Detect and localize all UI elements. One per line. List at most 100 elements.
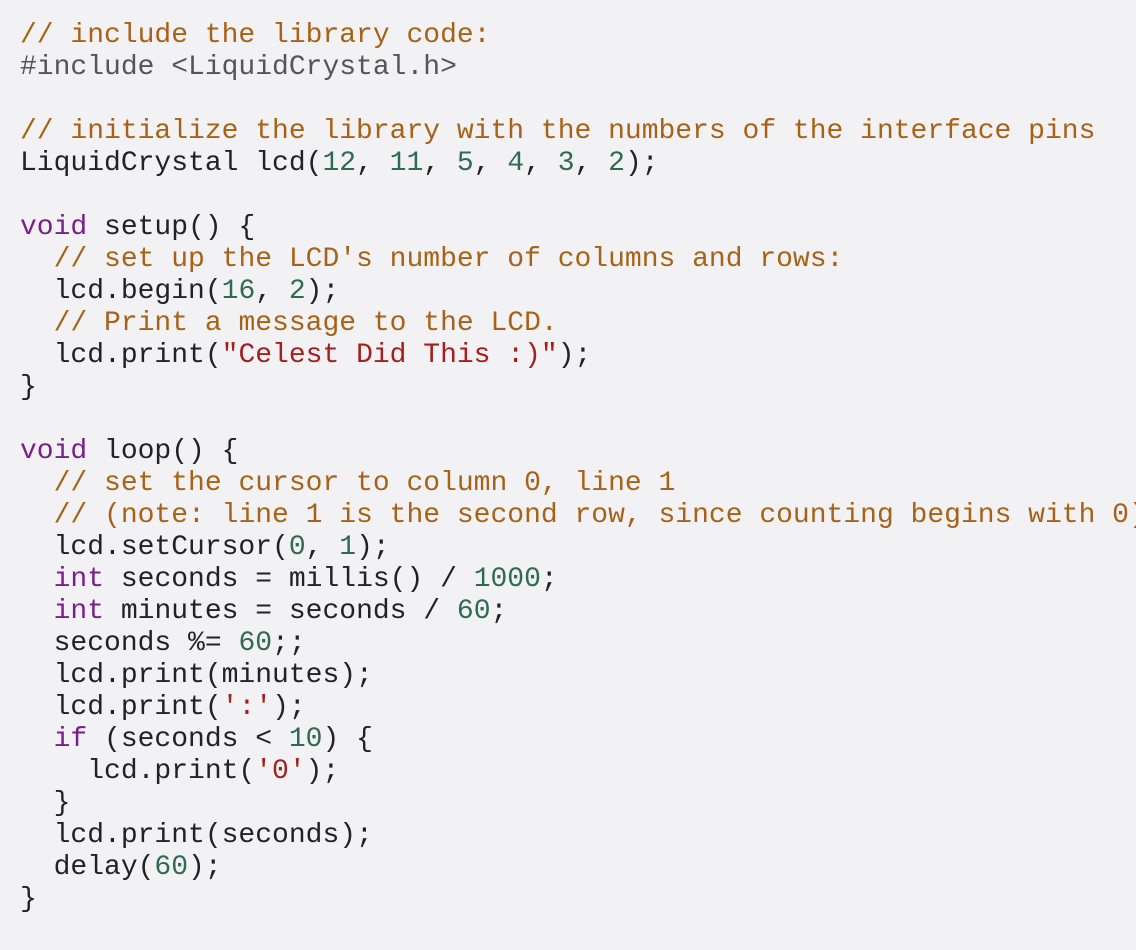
code-token-plain: , — [524, 148, 558, 179]
code-line: lcd.setCursor(0, 1); — [20, 532, 1136, 564]
code-token-plain: lcd.print(seconds); — [20, 820, 373, 851]
code-line: delay(60); — [20, 852, 1136, 884]
code-token-number: 12 — [322, 148, 357, 179]
code-line: // Print a message to the LCD. — [20, 308, 1136, 340]
code-token-number: 10 — [288, 724, 323, 755]
code-token-plain: minutes = seconds / — [104, 596, 457, 627]
code-token-plain: (seconds < — [87, 724, 289, 755]
code-token-keyword: int — [53, 596, 105, 627]
code-line: } — [20, 788, 1136, 820]
code-token-plain: seconds = millis() / — [104, 564, 474, 595]
code-token-number: 2 — [288, 276, 306, 307]
code-token-plain: , — [305, 532, 340, 563]
code-token-plain: } — [20, 884, 37, 915]
code-token-plain: ;; — [272, 628, 306, 659]
code-token-plain: seconds %= — [20, 628, 239, 659]
code-line: lcd.print(minutes); — [20, 660, 1136, 692]
code-token-plain: lcd.setCursor( — [20, 532, 289, 563]
code-token-keyword: if — [53, 724, 88, 755]
code-token-number: 0 — [288, 532, 306, 563]
code-token-plain: } — [20, 372, 37, 403]
code-token-plain: ); — [305, 276, 340, 307]
code-token-plain: ); — [305, 756, 340, 787]
code-token-plain: LiquidCrystal lcd( — [20, 148, 323, 179]
code-line: void setup() { — [20, 212, 1136, 244]
code-line: } — [20, 884, 1136, 916]
code-token-number: 60 — [456, 596, 491, 627]
code-line: #include <LiquidCrystal.h> — [20, 52, 1136, 84]
code-line: lcd.print('0'); — [20, 756, 1136, 788]
code-token-comment: // set the cursor to column 0, line 1 — [53, 468, 676, 499]
code-line: LiquidCrystal lcd(12, 11, 5, 4, 3, 2); — [20, 148, 1136, 180]
code-token-plain: delay( — [20, 852, 155, 883]
code-token-plain: lcd.print(minutes); — [20, 660, 373, 691]
code-token-plain: ); — [356, 532, 390, 563]
code-token-comment: // set up the LCD's number of columns an… — [53, 244, 844, 275]
code-token-plain: } — [20, 788, 71, 819]
code-token-plain: lcd.begin( — [20, 276, 222, 307]
code-line: if (seconds < 10) { — [20, 724, 1136, 756]
code-token-plain: ); — [188, 852, 222, 883]
code-line: lcd.print(seconds); — [20, 820, 1136, 852]
code-line: lcd.begin(16, 2); — [20, 276, 1136, 308]
code-token-comment: // initialize the library with the numbe… — [20, 116, 1096, 147]
code-line: int seconds = millis() / 1000; — [20, 564, 1136, 596]
code-token-number: 60 — [154, 852, 189, 883]
code-token-plain: ) { — [322, 724, 373, 755]
code-line: void loop() { — [20, 436, 1136, 468]
code-token-number: 60 — [238, 628, 273, 659]
code-token-plain: ); — [624, 148, 659, 179]
code-token-number: 1000 — [473, 564, 541, 595]
code-line: } — [20, 372, 1136, 404]
code-line: int minutes = seconds / 60; — [20, 596, 1136, 628]
code-line: lcd.print("Celest Did This :)"); — [20, 340, 1136, 372]
code-token-number: 1 — [339, 532, 357, 563]
code-token-comment: // include the library code: — [20, 20, 491, 51]
code-token-number: 11 — [389, 148, 424, 179]
code-line: lcd.print(':'); — [20, 692, 1136, 724]
code-token-plain: lcd.print( — [20, 692, 222, 723]
code-line: // set the cursor to column 0, line 1 — [20, 468, 1136, 500]
code-token-keyword: int — [53, 564, 105, 595]
code-token-plain: , — [574, 148, 609, 179]
code-token-string: "Celest Did This :)" — [221, 340, 558, 371]
code-line: ​ — [20, 404, 1136, 436]
code-token-comment: // Print a message to the LCD. — [53, 308, 558, 339]
code-token-plain: , — [255, 276, 289, 307]
code-token-number: 5 — [456, 148, 474, 179]
code-token-plain: ; — [490, 596, 508, 627]
code-line: seconds %= 60;; — [20, 628, 1136, 660]
code-token-plain: , — [423, 148, 457, 179]
code-token-plain: , — [473, 148, 508, 179]
code-token-keyword: void — [20, 212, 88, 243]
code-line: // include the library code: — [20, 20, 1136, 52]
code-token-number: 2 — [608, 148, 625, 179]
code-token-plain: lcd.print( — [20, 756, 256, 787]
code-token-preproc: #include <LiquidCrystal.h> — [20, 52, 457, 83]
code-token-plain: ; — [540, 564, 558, 595]
code-token-plain: , — [356, 148, 390, 179]
code-line: ​ — [20, 84, 1136, 116]
code-line: // initialize the library with the numbe… — [20, 116, 1136, 148]
code-line: // (note: line 1 is the second row, sinc… — [20, 500, 1136, 532]
code-token-string: '0' — [255, 756, 306, 787]
code-token-plain: ); — [272, 692, 306, 723]
code-token-number: 16 — [221, 276, 256, 307]
code-block: // include the library code: #include <Li… — [20, 20, 1136, 940]
code-line: ​ — [20, 180, 1136, 212]
code-token-plain: loop() { — [87, 436, 239, 467]
code-token-keyword: void — [20, 436, 88, 467]
code-token-plain: setup() { — [87, 212, 256, 243]
code-line: // set up the LCD's number of columns an… — [20, 244, 1136, 276]
code-token-comment: // (note: line 1 is the second row, sinc… — [53, 500, 1136, 531]
code-token-number: 3 — [557, 148, 575, 179]
code-token-string: ':' — [221, 692, 273, 723]
code-token-plain: ); — [557, 340, 592, 371]
